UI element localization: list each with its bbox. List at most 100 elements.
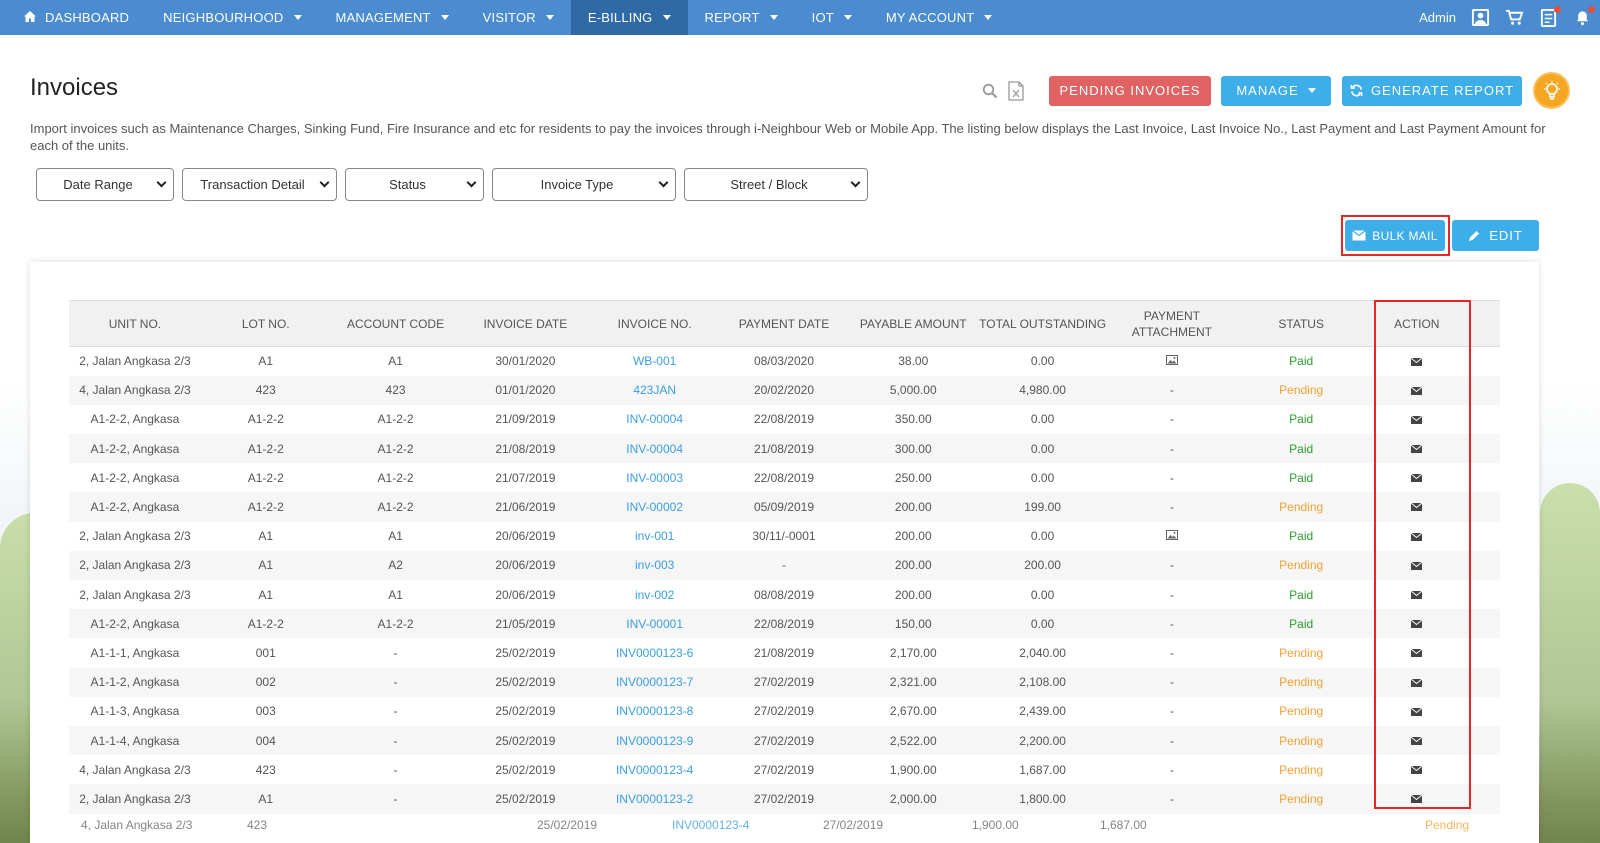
cell-invoice-date: 20/06/2019 [495, 558, 556, 573]
profile-icon[interactable] [1470, 8, 1490, 28]
send-mail-icon[interactable] [1411, 442, 1423, 456]
manage-dropdown-button[interactable]: MANAGE [1221, 75, 1331, 106]
status-filter[interactable]: Status [345, 168, 484, 201]
cell-invoice-no[interactable]: INV-00004 [590, 405, 719, 434]
send-mail-icon[interactable] [1411, 530, 1423, 544]
bulk-mail-button[interactable]: BULK MAIL [1345, 220, 1445, 251]
partial-invoice-no[interactable]: INV0000123-4 [672, 818, 749, 832]
partial-table-row: 4, Jalan Angkasa 2/3 423 25/02/2019 INV0… [69, 818, 1500, 838]
cell-invoice-no[interactable]: inv-002 [590, 580, 719, 609]
cell-invoice-no[interactable]: INV0000123-2 [590, 784, 719, 813]
pending-invoices-button[interactable]: PENDING INVOICES [1049, 75, 1211, 106]
user-name[interactable]: Admin [1419, 10, 1456, 25]
table-row: A1-1-4, Angkasa 004 - 25/02/2019 INV0000123-… [69, 725, 1500, 756]
cell-spacer [1468, 347, 1501, 376]
column-header-lot-no: LOT NO. [200, 300, 331, 347]
generate-report-button[interactable]: GENERATE REPORT [1342, 75, 1522, 106]
send-mail-icon[interactable] [1411, 559, 1423, 573]
send-mail-icon[interactable] [1411, 734, 1423, 748]
cell-spacer [1468, 638, 1501, 667]
nav-item-e-billing[interactable]: E-BILLING [570, 0, 688, 35]
search-icon[interactable] [979, 80, 1001, 102]
cell-invoice-no[interactable]: INV-00002 [590, 492, 719, 521]
cell-payment-attachment[interactable] [1107, 522, 1236, 551]
cell-spacer [1468, 405, 1501, 434]
cell-status: Pending [1279, 500, 1324, 515]
date-range-filter[interactable]: Date Range [36, 168, 174, 201]
cell-total-outstanding: 0.00 [1030, 470, 1055, 485]
cell-invoice-no[interactable]: INV-00001 [590, 609, 719, 638]
send-mail-icon[interactable] [1411, 355, 1423, 369]
cell-invoice-date: 20/06/2019 [495, 529, 556, 544]
nav-item-my-account[interactable]: MY ACCOUNT [869, 0, 1009, 35]
cell-lot-no: A1 [258, 791, 274, 806]
cell-payable-amount: 300.00 [894, 441, 932, 456]
send-mail-icon[interactable] [1411, 676, 1423, 690]
chevron-down-icon [850, 177, 861, 188]
cell-payment-date: 22/08/2019 [753, 616, 814, 631]
cell-total-outstanding: 199.00 [1024, 500, 1061, 515]
cell-payment-date: 27/02/2019 [753, 675, 814, 690]
table-row: A1-1-3, Angkasa 003 - 25/02/2019 INV0000123-… [69, 697, 1500, 726]
cell-invoice-no[interactable]: INV-00003 [590, 463, 719, 492]
cell-spacer [1468, 755, 1501, 784]
nav-item-management[interactable]: MANAGEMENT [319, 0, 466, 35]
cell-invoice-no[interactable]: INV0000123-9 [590, 726, 719, 755]
cell-account-code: - [393, 762, 398, 777]
send-mail-icon[interactable] [1411, 471, 1423, 485]
nav-item-dashboard[interactable]: DASHBOARD [0, 0, 146, 35]
image-icon[interactable] [1165, 529, 1178, 543]
image-icon[interactable] [1165, 354, 1178, 368]
cell-invoice-no[interactable]: INV0000123-8 [590, 697, 719, 726]
send-mail-icon[interactable] [1411, 763, 1423, 777]
nav-item-iot[interactable]: IOT [795, 0, 869, 35]
cell-payment-attachment: - [1169, 645, 1174, 660]
notification-bell-icon[interactable] [1572, 5, 1595, 28]
notes-icon[interactable] [1538, 5, 1561, 28]
invoice-type-filter[interactable]: Invoice Type [492, 168, 676, 201]
nav-item-report[interactable]: REPORT [688, 0, 795, 35]
cell-invoice-no[interactable]: INV0000123-7 [590, 668, 719, 697]
edit-button[interactable]: EDIT [1452, 220, 1539, 251]
nav-item-visitor[interactable]: VISITOR [466, 0, 571, 35]
send-mail-icon[interactable] [1411, 588, 1423, 602]
send-mail-icon[interactable] [1411, 646, 1423, 660]
chevron-down-icon [769, 15, 778, 20]
street-block-filter[interactable]: Street / Block [684, 168, 868, 201]
bulk-mail-label: BULK MAIL [1372, 228, 1438, 243]
cell-payment-date: 08/03/2020 [753, 354, 814, 369]
cell-invoice-no[interactable]: 423JAN [590, 376, 719, 405]
send-mail-icon[interactable] [1411, 500, 1423, 514]
send-mail-icon[interactable] [1411, 705, 1423, 719]
lightbulb-icon[interactable] [1533, 72, 1570, 109]
cell-invoice-no[interactable]: INV-00004 [590, 434, 719, 463]
nav-right: Admin [1419, 0, 1595, 35]
excel-export-icon[interactable] [1005, 80, 1027, 102]
home-icon [24, 10, 36, 25]
table-row: A1-2-2, Angkasa A1-2-2 A1-2-2 21/07/2019 INV… [69, 463, 1500, 492]
transaction-detail-filter[interactable]: Transaction Detail [182, 168, 337, 201]
send-mail-icon[interactable] [1411, 384, 1423, 398]
cell-unit-no: A1-1-4, Angkasa [90, 733, 180, 748]
cell-lot-no: A1-2-2 [247, 412, 284, 427]
send-mail-icon[interactable] [1411, 413, 1423, 427]
send-mail-icon[interactable] [1411, 792, 1423, 806]
cell-invoice-no[interactable]: WB-001 [590, 347, 719, 376]
cell-invoice-no[interactable]: INV0000123-6 [590, 638, 719, 667]
send-mail-icon[interactable] [1411, 617, 1423, 631]
cell-action [1366, 434, 1467, 463]
cell-action [1366, 697, 1467, 726]
cell-payment-attachment[interactable] [1107, 347, 1236, 376]
chevron-down-icon [658, 177, 669, 188]
cell-invoice-no[interactable]: inv-001 [590, 522, 719, 551]
cell-invoice-no[interactable]: INV0000123-4 [590, 755, 719, 784]
cell-invoice-no[interactable]: inv-003 [590, 551, 719, 580]
cell-spacer [1468, 580, 1501, 609]
cell-unit-no: A1-2-2, Angkasa [90, 441, 180, 456]
cell-unit-no: 2, Jalan Angkasa 2/3 [79, 354, 191, 369]
cart-icon[interactable] [1504, 8, 1524, 28]
table-row: A1-2-2, Angkasa A1-2-2 A1-2-2 21/08/2019 INV… [69, 434, 1500, 464]
nav-item-neighbourhood[interactable]: NEIGHBOURHOOD [146, 0, 318, 35]
cell-spacer [1468, 697, 1501, 726]
cell-lot-no: A1-2-2 [247, 616, 284, 631]
